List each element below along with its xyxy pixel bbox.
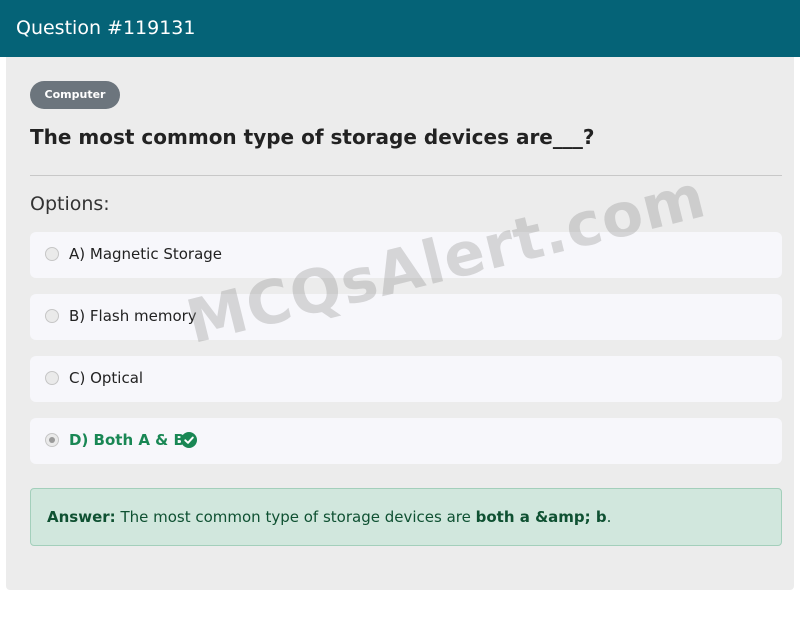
category-badge[interactable]: Computer bbox=[30, 81, 120, 109]
answer-text: The most common type of storage devices … bbox=[120, 508, 471, 526]
page-header: Question #119131 bbox=[0, 0, 800, 57]
answer-prefix: Answer: bbox=[47, 508, 116, 526]
option-d-label: D) Both A & B bbox=[69, 431, 185, 449]
option-a-label: A) Magnetic Storage bbox=[69, 245, 223, 263]
answer-highlight: both a &amp; b bbox=[475, 508, 607, 526]
page-title: Question #119131 bbox=[16, 17, 196, 39]
option-c-radio[interactable] bbox=[45, 371, 59, 385]
answer-box: Answer: The most common type of storage … bbox=[30, 488, 782, 546]
option-a-radio[interactable] bbox=[45, 247, 59, 261]
option-c[interactable]: C) Optical bbox=[30, 356, 782, 402]
option-d[interactable]: D) Both A & B bbox=[30, 418, 782, 464]
question-text: The most common type of storage devices … bbox=[30, 125, 595, 149]
option-a[interactable]: A) Magnetic Storage bbox=[30, 232, 782, 278]
option-b-label: B) Flash memory bbox=[69, 307, 197, 325]
option-c-label: C) Optical bbox=[69, 369, 144, 387]
options-heading: Options: bbox=[30, 193, 110, 215]
divider bbox=[30, 175, 782, 176]
question-card: Computer The most common type of storage… bbox=[6, 0, 794, 590]
option-b-radio[interactable] bbox=[45, 309, 59, 323]
option-d-radio[interactable] bbox=[45, 433, 59, 447]
check-circle-icon bbox=[181, 432, 197, 448]
answer-suffix: . bbox=[606, 508, 612, 526]
option-b[interactable]: B) Flash memory bbox=[30, 294, 782, 340]
